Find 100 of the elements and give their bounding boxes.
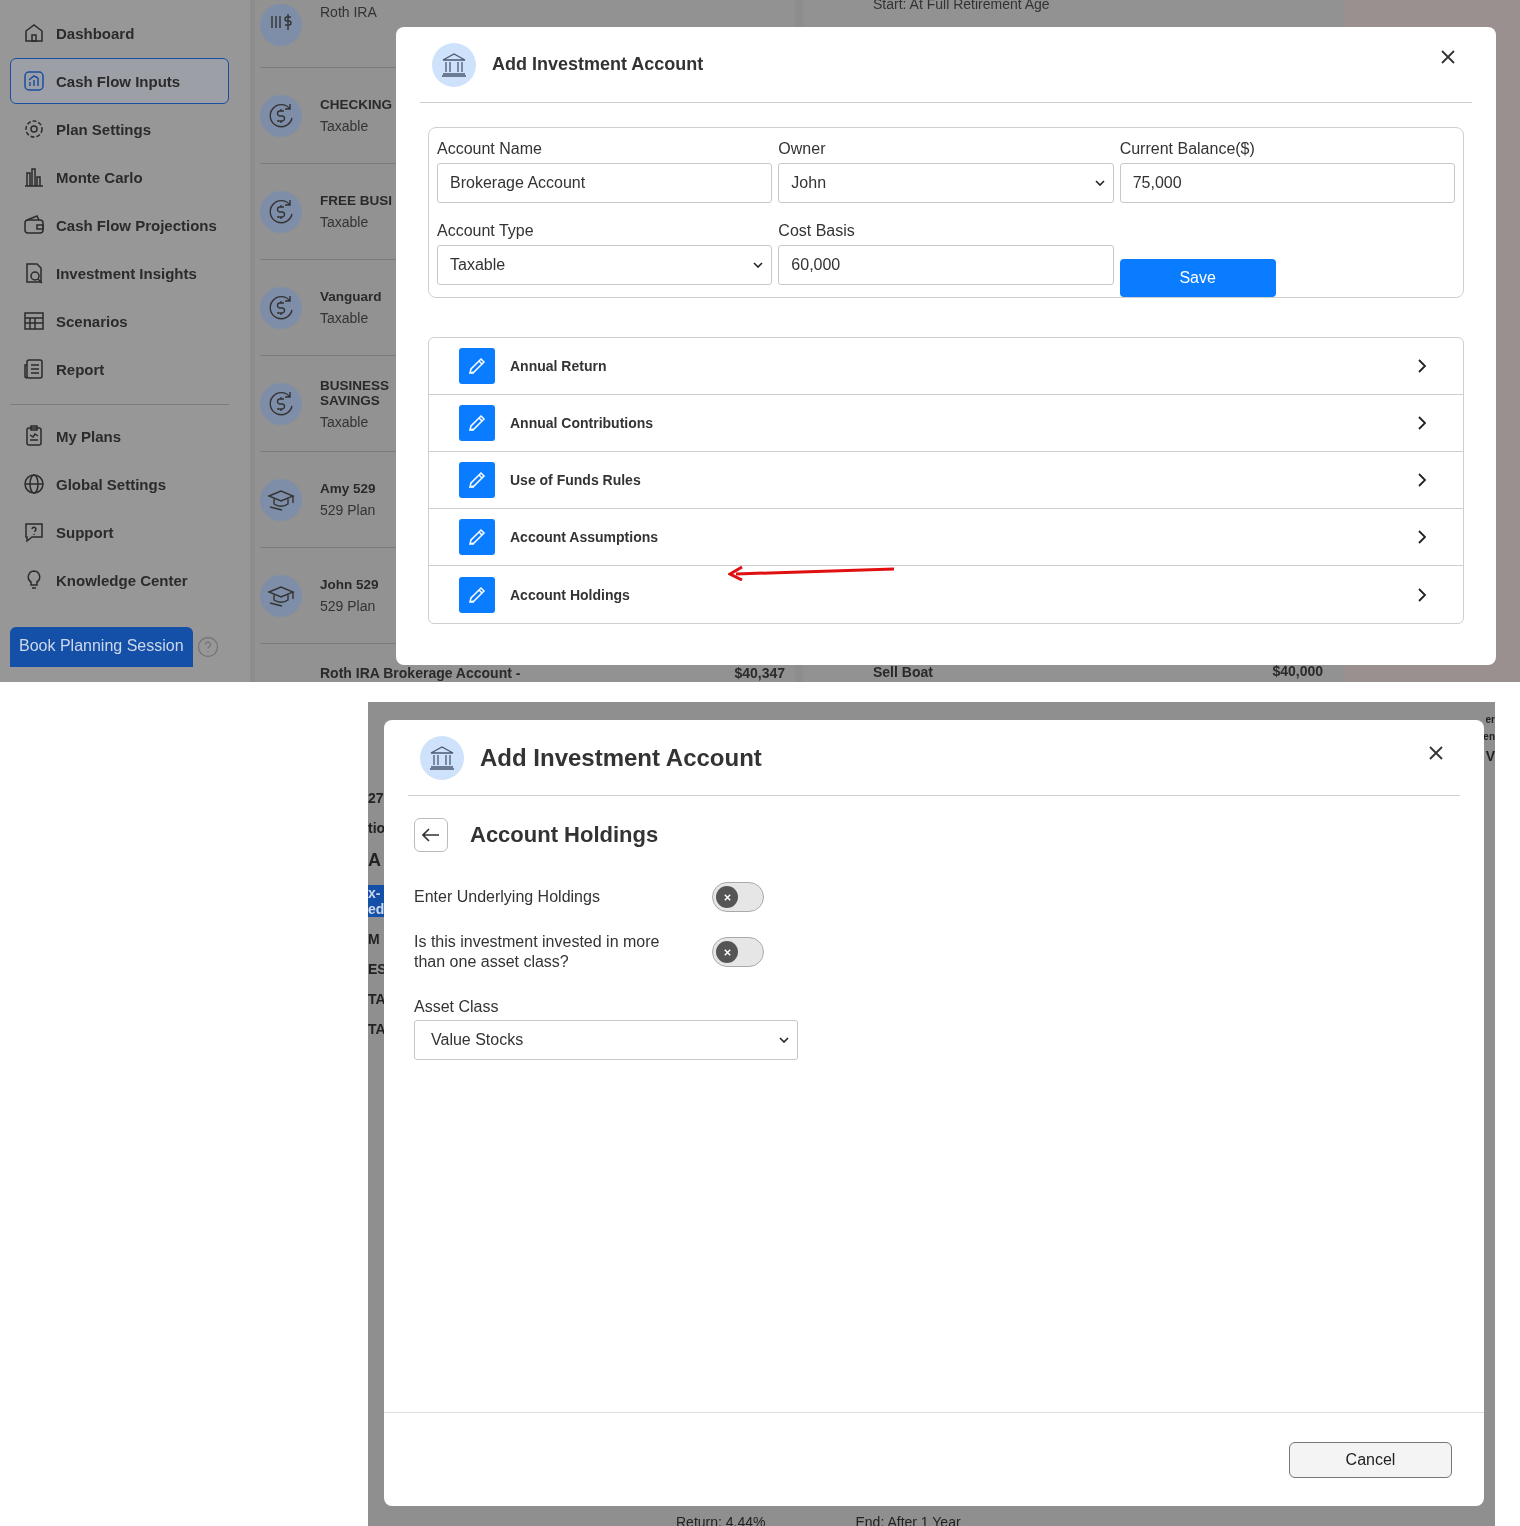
dollar-bars-icon [260, 4, 302, 46]
sidebar-item[interactable]: Support [10, 509, 229, 555]
goal-amount: $40,000 [1272, 664, 1323, 680]
help-icon [22, 520, 46, 544]
field-label: Account Type [437, 220, 535, 241]
account-name: Roth IRA Brokerage Account - [320, 666, 521, 681]
toggle-label: Is this investment invested in more than one asset class? [414, 932, 661, 972]
caret-icon [779, 1037, 789, 1043]
input-field[interactable]: Brokerage Account [437, 163, 773, 203]
pencil-icon [459, 576, 495, 613]
account-type: Taxable [320, 413, 370, 430]
chevron-right-icon [1417, 529, 1427, 545]
background-text: 27 [368, 790, 384, 806]
field-label: Account Name [437, 139, 543, 159]
account-type: 529 Plan [320, 598, 377, 614]
account-name: John 529 [320, 577, 379, 592]
account-type: Taxable [320, 118, 370, 134]
background-text: TA [368, 991, 384, 1007]
grid-icon [22, 309, 46, 333]
sidebar-item[interactable]: Report [10, 346, 229, 392]
dialog-title: Add Investment Account [480, 743, 763, 772]
account-type: Taxable [320, 310, 370, 326]
back-button[interactable] [414, 818, 448, 852]
chevron-right-icon [1417, 586, 1427, 603]
close-icon[interactable] [1428, 744, 1444, 761]
dialog-title: Add Investment Account [492, 54, 705, 75]
sidebar-item[interactable]: My Plans [10, 413, 229, 459]
sidebar-item[interactable]: Dashboard [10, 10, 229, 56]
section-row[interactable]: Account Assumptions [429, 509, 1463, 566]
dollar-cycle-icon [260, 190, 302, 233]
save-button[interactable]: Save [1119, 259, 1276, 297]
account-amount: $40,347 [734, 666, 785, 681]
section-title: Account Holdings [470, 822, 659, 848]
chevron-right-icon [1417, 472, 1427, 488]
account-name: Amy 529 [320, 481, 376, 496]
dollar-cycle-icon [260, 286, 302, 329]
x-icon [722, 892, 732, 902]
section-row[interactable]: Account Holdings [429, 566, 1463, 623]
sidebar-item[interactable]: Cash Flow Inputs [10, 58, 229, 104]
select-field[interactable]: Taxable [437, 244, 773, 285]
chevron-right-icon [1417, 358, 1427, 374]
field-label: Asset Class [414, 998, 500, 1016]
background-text: tio [368, 820, 384, 836]
goal-name: Sell Boat [873, 664, 933, 680]
background-text: TA [368, 1021, 384, 1037]
graduation-cap-icon [260, 478, 302, 521]
background-text: er [1485, 714, 1495, 725]
pencil-icon [459, 405, 495, 441]
background-text: x- ed [368, 885, 384, 917]
close-icon[interactable] [1440, 48, 1456, 65]
x-icon [722, 947, 732, 957]
input-field[interactable]: 60,000 [778, 244, 1114, 285]
bank-icon [420, 735, 464, 780]
field-label: Current Balance($) [1119, 139, 1256, 159]
chart-icon [22, 69, 46, 93]
select-field[interactable]: John [778, 163, 1114, 203]
field-label: Owner [778, 139, 827, 159]
graduation-cap-icon [260, 574, 302, 617]
paper-icon [22, 357, 46, 381]
dollar-cycle-icon [260, 382, 302, 425]
sidebar-item[interactable]: Monte Carlo [10, 154, 229, 200]
settings-icon [22, 117, 46, 141]
wallet-icon [22, 213, 46, 237]
sidebar-item[interactable]: Scenarios [10, 298, 229, 344]
toggle-switch[interactable] [712, 937, 764, 967]
account-type: Taxable [320, 214, 370, 230]
home-icon [22, 21, 46, 45]
sidebar-item[interactable]: Plan Settings [10, 106, 229, 152]
pencil-icon [459, 462, 495, 498]
background-text: V [1485, 748, 1495, 764]
background-text: M [368, 931, 381, 947]
chevron-right-icon [1417, 415, 1427, 431]
account-name: FREE BUSI [320, 193, 392, 208]
account-name: BUSINESS SAVINGS [320, 377, 390, 408]
background-text: en [1483, 731, 1495, 742]
section-row[interactable]: Use of Funds Rules [429, 452, 1463, 509]
account-name: CHECKING [320, 97, 392, 112]
field-label: Cost Basis [778, 220, 856, 241]
section-row[interactable]: Annual Return [429, 338, 1463, 395]
sidebar-item[interactable]: Knowledge Center [10, 557, 229, 603]
pencil-icon [459, 519, 495, 555]
account-type: Roth IRA [320, 4, 377, 20]
sidebar-item[interactable]: Cash Flow Projections [10, 202, 229, 248]
select-field[interactable]: Value Stocks [414, 1020, 798, 1060]
caret-icon [1094, 180, 1105, 186]
pencil-icon [459, 348, 495, 384]
caret-icon [753, 261, 764, 268]
section-row[interactable]: Annual Contributions [429, 395, 1463, 452]
bars-icon [22, 165, 46, 189]
globe-icon [22, 472, 46, 496]
account-name: Vanguard [320, 289, 382, 304]
sidebar-item[interactable]: Global Settings [10, 461, 229, 507]
cancel-button[interactable]: Cancel [1289, 1441, 1452, 1478]
account-type: 529 Plan [320, 502, 376, 518]
toggle-label: Enter Underlying Holdings [414, 887, 601, 907]
arrow-left-icon [422, 828, 440, 842]
input-field[interactable]: 75,000 [1119, 163, 1455, 203]
sidebar-item[interactable]: Investment Insights [10, 250, 229, 296]
book-session-button[interactable]: Book Planning Session [10, 627, 193, 667]
toggle-switch[interactable] [712, 882, 764, 912]
